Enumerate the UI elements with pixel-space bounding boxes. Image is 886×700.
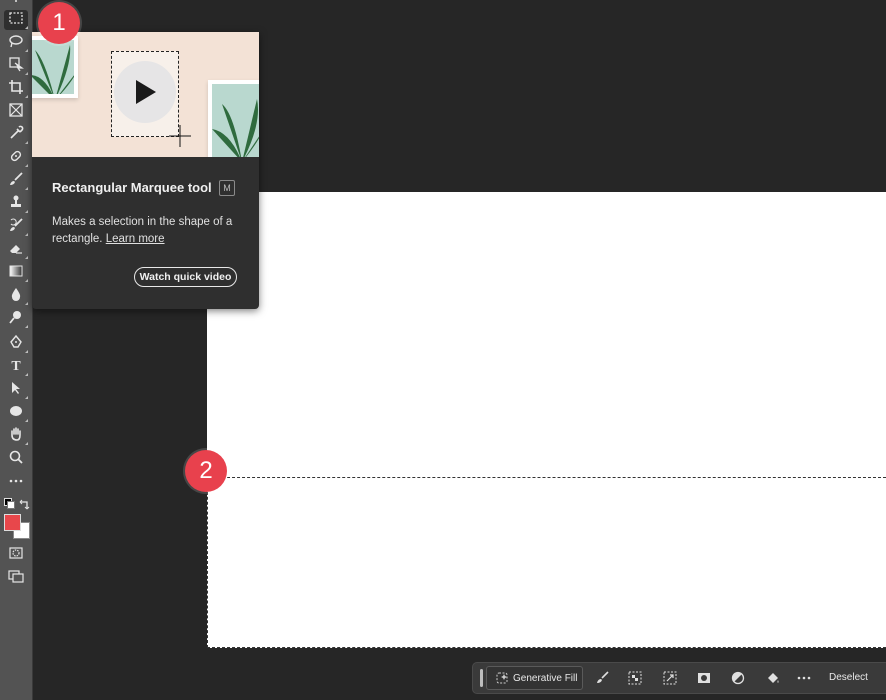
gradient-icon [8,263,24,284]
play-button[interactable] [114,61,176,123]
spot-healing-tool[interactable] [4,148,28,168]
hand-tool[interactable] [4,426,28,446]
more-options-icon [797,676,811,680]
generative-fill-icon [496,672,508,684]
marquee-selection[interactable] [207,477,886,648]
blur-tool[interactable] [4,286,28,306]
eyedropper-tool[interactable] [4,125,28,145]
brush-icon [8,171,24,192]
plant-frame-right [208,80,259,157]
path-selection-tool[interactable] [4,380,28,400]
adjustment-icon [731,671,745,685]
deselect-button[interactable]: Deselect [829,672,868,683]
zoom-icon [8,449,24,470]
contextual-task-bar: Generative Fill Deselect [472,662,886,694]
adjustment-layer-button[interactable] [730,670,746,686]
path-selection-icon [8,380,24,401]
object-selection-icon [8,56,25,77]
history-brush-icon [8,217,24,238]
crosshair-cursor-icon [169,125,191,147]
object-selection-tool[interactable] [4,56,28,76]
eraser-tool[interactable] [4,240,28,260]
more-tools-icon [8,473,24,494]
create-mask-button[interactable] [696,670,712,686]
screen-mode-icon [8,568,24,589]
eraser-icon [8,240,24,261]
transform-selection-button[interactable] [662,670,678,686]
lasso-icon [8,33,24,54]
modify-selection-button[interactable] [595,670,611,686]
pen-icon [8,334,24,355]
clone-stamp-icon [8,194,24,215]
move-tool[interactable] [4,0,28,8]
play-icon [136,80,156,104]
swap-colors-icon[interactable] [19,497,31,510]
generative-fill-button[interactable]: Generative Fill [486,666,583,690]
eyedropper-icon [8,125,24,146]
tooltip-video-preview[interactable] [32,32,259,157]
shortcut-key-badge: M [219,180,235,196]
pen-tool[interactable] [4,334,28,354]
tooltip-description: Makes a selection in the shape of a rect… [52,214,247,248]
rectangular-marquee-tool[interactable] [4,10,28,30]
tooltip-title: Rectangular Marquee tool [52,180,212,195]
type-icon: T [11,359,21,374]
frame-tool[interactable] [4,102,28,122]
zoom-tool[interactable] [4,449,28,469]
move-icon [8,0,24,9]
plant-frame-left [32,36,78,98]
frame-icon [8,102,24,123]
paint-bucket-icon [768,673,779,683]
type-tool[interactable]: T [4,357,28,377]
blur-icon [8,286,24,307]
crop-tool[interactable] [4,79,28,99]
hand-icon [8,426,24,447]
clone-stamp-tool[interactable] [4,194,28,214]
brush-tool[interactable] [4,171,28,191]
quick-mask-button[interactable] [4,545,28,565]
screen-mode-button[interactable] [4,568,28,588]
more-tools-button[interactable] [4,473,28,493]
history-brush-tool[interactable] [4,217,28,237]
dodge-icon [8,309,24,330]
spot-healing-icon [8,148,24,169]
crop-icon [8,79,24,100]
tools-panel: T [0,0,33,700]
dodge-tool[interactable] [4,309,28,329]
mask-icon [698,673,710,683]
foreground-color-swatch[interactable] [4,514,21,531]
rectangular-marquee-icon [8,10,24,31]
transform-selection-icon [663,671,677,685]
learn-more-link[interactable]: Learn more [106,233,165,245]
more-options-button[interactable] [796,670,812,686]
generative-fill-label: Generative Fill [513,672,578,684]
ellipse-tool[interactable] [4,403,28,423]
invert-selection-icon [628,671,642,685]
fill-selection-button[interactable] [765,670,781,686]
lasso-tool[interactable] [4,33,28,53]
quick-mask-icon [8,545,24,566]
tool-tooltip: Rectangular Marquee tool M Makes a selec… [32,32,259,309]
ellipse-icon [8,403,24,424]
callout-badge-1: 1 [38,2,80,44]
default-colors-icon[interactable] [4,498,15,509]
taskbar-drag-handle[interactable] [480,669,483,687]
invert-selection-button[interactable] [627,670,643,686]
watch-quick-video-button[interactable]: Watch quick video [134,267,237,287]
callout-badge-2: 2 [185,450,227,492]
brush-selection-icon [597,671,609,683]
gradient-tool[interactable] [4,263,28,283]
